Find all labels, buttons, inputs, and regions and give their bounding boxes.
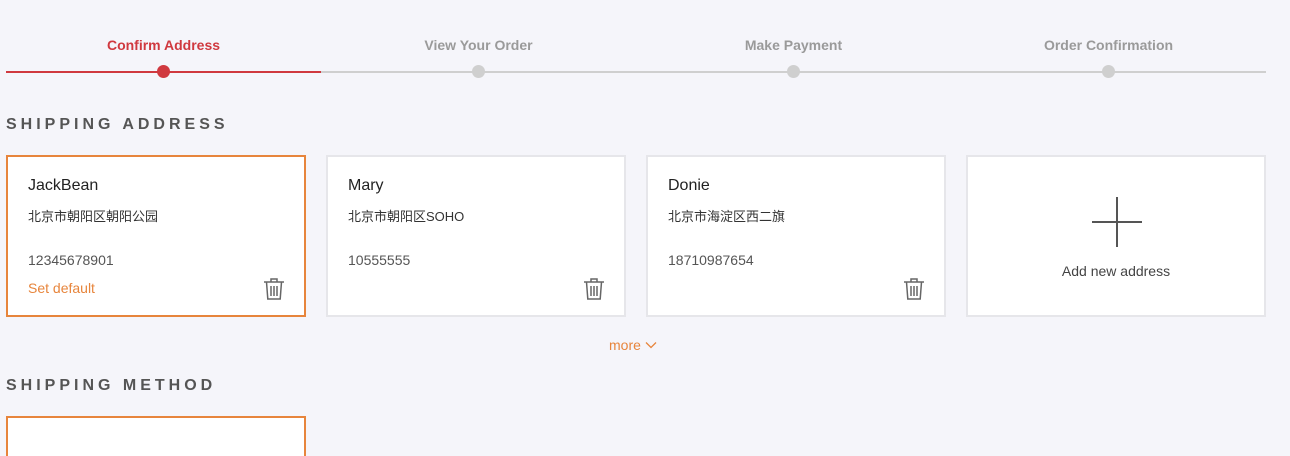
address-phone: 10555555 [348, 252, 411, 268]
trash-icon[interactable] [263, 277, 285, 301]
trash-icon[interactable] [903, 277, 925, 301]
step-dot [472, 65, 485, 78]
address-name: Donie [668, 177, 710, 194]
address-text: 北京市朝阳区朝阳公园 [28, 209, 159, 224]
step-dot [157, 65, 170, 78]
plus-icon [1092, 197, 1142, 247]
step-label: View Your Order [424, 37, 533, 53]
add-new-address-card[interactable]: Add new address [966, 155, 1266, 317]
step-label: Confirm Address [106, 37, 221, 53]
address-text: 北京市海淀区西二旗 [668, 209, 786, 224]
shipping-method-title: SHIPPING METHOD [6, 377, 217, 394]
more-label: more [609, 337, 641, 353]
address-text: 北京市朝阳区SOHO [348, 209, 465, 224]
step-order-confirmation[interactable]: Order Confirmation [951, 0, 1266, 90]
address-phone: 18710987654 [668, 252, 754, 268]
step-make-payment[interactable]: Make Payment [636, 0, 951, 90]
chevron-down-icon [645, 342, 657, 349]
more-button[interactable]: more [609, 337, 657, 353]
step-dot [787, 65, 800, 78]
trash-icon[interactable] [583, 277, 605, 301]
step-view-order[interactable]: View Your Order [321, 0, 636, 90]
address-card[interactable]: Donie 北京市海淀区西二旗 18710987654 [646, 155, 946, 317]
checkout-stepper: Confirm Address View Your Order Make Pay… [6, 0, 1266, 90]
address-card[interactable]: JackBean 北京市朝阳区朝阳公园 12345678901 Set defa… [6, 155, 306, 317]
shipping-address-title: SHIPPING ADDRESS [6, 116, 229, 133]
address-name: Mary [348, 177, 384, 194]
add-new-address-label: Add new address [1061, 263, 1171, 279]
shipping-method-card[interactable] [6, 416, 306, 456]
set-default-link[interactable]: Set default [28, 280, 95, 296]
step-label: Order Confirmation [1043, 37, 1174, 53]
address-name: JackBean [28, 177, 99, 194]
address-phone: 12345678901 [28, 252, 114, 268]
step-dot [1102, 65, 1115, 78]
address-card[interactable]: Mary 北京市朝阳区SOHO 10555555 [326, 155, 626, 317]
step-label: Make Payment [744, 37, 843, 53]
step-confirm-address[interactable]: Confirm Address [6, 0, 321, 90]
